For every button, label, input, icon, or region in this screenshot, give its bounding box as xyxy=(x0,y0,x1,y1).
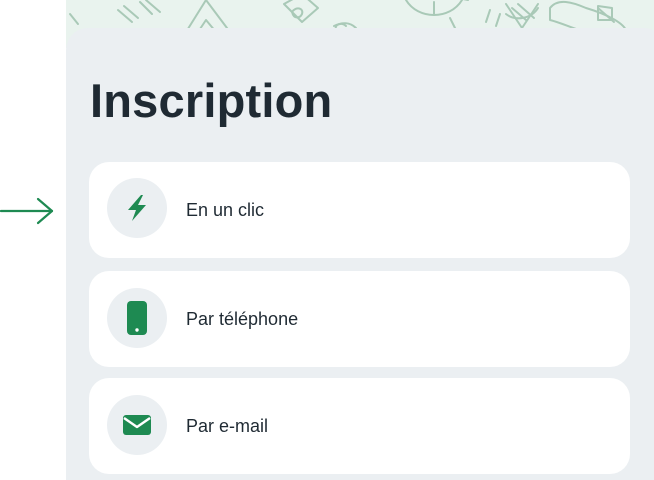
option-label: En un clic xyxy=(186,200,265,220)
icon-badge xyxy=(107,288,167,348)
icon-badge xyxy=(107,178,167,238)
option-label: Par téléphone xyxy=(186,309,299,329)
signup-screen: Inscription En un clic Par téléphone Par… xyxy=(0,0,654,480)
right-arrow-icon xyxy=(0,197,54,225)
signup-email-button[interactable]: Par e-mail xyxy=(89,378,630,474)
smartphone-icon xyxy=(127,301,147,335)
option-label: Par e-mail xyxy=(186,416,269,436)
signup-phone-button[interactable]: Par téléphone xyxy=(89,271,630,367)
icon-badge xyxy=(107,395,167,455)
signup-one-click-button[interactable]: En un clic xyxy=(89,162,630,258)
envelope-icon xyxy=(123,415,151,435)
lightning-bolt-icon xyxy=(128,195,146,221)
page-title: Inscription xyxy=(90,74,333,127)
